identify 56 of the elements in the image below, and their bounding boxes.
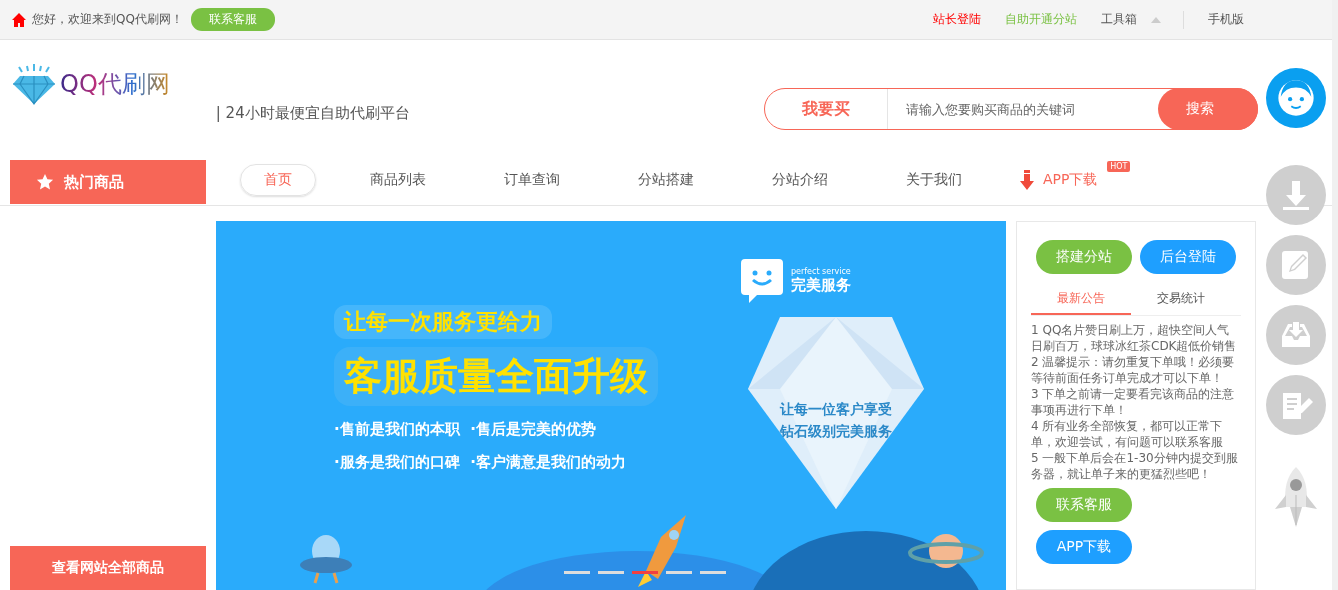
nav-tab[interactable]: 订单查询: [480, 164, 584, 196]
top-link[interactable]: 手机版: [1208, 11, 1244, 28]
notice-text: 3 下单之前请一定要看完该商品的注意事项再进行下单！: [1031, 386, 1236, 418]
panel-button[interactable]: 搭建分站: [1036, 240, 1132, 274]
smiley-chat-icon: [741, 259, 783, 303]
customer-service-button[interactable]: [1266, 68, 1326, 128]
download-arrow-icon[interactable]: [1020, 170, 1034, 190]
contact-service-button[interactable]: 联系客服: [1036, 488, 1132, 522]
hot-products-title: 热门商品: [64, 172, 124, 192]
contact-service-button[interactable]: 联系客服: [190, 8, 275, 31]
banner-headline: 客服质量全面升级: [334, 347, 658, 406]
search-field[interactable]: 请输入您要购买商品的关键词: [888, 100, 1158, 118]
welcome-text: 您好，欢迎来到QQ代刷网！: [32, 11, 183, 28]
inbox-float-button[interactable]: [1266, 305, 1326, 365]
panel-tab[interactable]: 交易统计: [1131, 284, 1231, 315]
carousel-indicator[interactable]: [700, 571, 726, 574]
document-float-button[interactable]: [1266, 375, 1326, 435]
banner-tagline: 让每一次服务更给力: [334, 305, 552, 339]
banner-bullet-text: ·售前是我们的本职 ·售后是完美的优势: [334, 420, 596, 439]
service-english-text: perfect service: [791, 267, 851, 276]
caret-up-icon[interactable]: [1151, 16, 1161, 23]
carousel-indicator[interactable]: [666, 571, 692, 574]
carousel-indicator[interactable]: [632, 571, 658, 574]
headset-person-icon[interactable]: [1276, 78, 1316, 118]
carousel-indicator[interactable]: [564, 571, 590, 574]
service-title: 完美服务: [791, 276, 851, 295]
notice-text: 5 一般下单后会在1-30分钟内提交到服务器，就让单子来的更猛烈些吧！: [1031, 450, 1239, 482]
top-link[interactable]: 工具箱: [1101, 11, 1137, 28]
carousel-indicator[interactable]: [598, 571, 624, 574]
nav-tab[interactable]: 关于我们: [882, 164, 986, 196]
diamond-logo-icon: [12, 62, 56, 106]
home-icon[interactable]: [12, 12, 26, 27]
nav-tab[interactable]: 分站搭建: [614, 164, 718, 196]
panel-button[interactable]: 后台登陆: [1140, 240, 1236, 274]
panel-tab[interactable]: 最新公告: [1031, 284, 1131, 315]
top-link[interactable]: 站长登陆: [933, 11, 981, 28]
nav-tab[interactable]: 分站介绍: [748, 164, 852, 196]
view-all-products-button[interactable]: 查看网站全部商品: [10, 546, 206, 590]
top-link[interactable]: 自助开通分站: [1005, 11, 1077, 28]
edit-float-button[interactable]: [1266, 235, 1326, 295]
search-button[interactable]: 搜索: [1158, 88, 1258, 130]
banner-bullet-text: ·服务是我们的口碑 ·客户满意是我们的动力: [334, 453, 626, 472]
download-float-button[interactable]: [1266, 165, 1326, 225]
search-label: 我要买: [765, 89, 888, 129]
slogan-text: | 24小时最便宜自助代刷平台: [215, 104, 410, 123]
promo-banner[interactable]: 让每一次服务更给力 客服质量全面升级 ·售前是我们的本职 ·售后是完美的优势 ·服务是我们的口碑 ·客户满意是我们的动力 perfect service 完美服务 让每一位客户享受 钻石级别完美服务: [216, 221, 1006, 590]
nav-tab[interactable]: 商品列表: [346, 164, 450, 196]
hot-badge: HOT: [1107, 161, 1131, 172]
notice-text: 4 所有业务全部恢复，都可以正常下单，欢迎尝试，有问题可以联系客服: [1031, 418, 1224, 450]
notice-text: 2 温馨提示：请勿重复下单哦！必须要等待前面任务订单完成才可以下单！: [1031, 354, 1236, 386]
nav-tab[interactable]: APP下载: [1036, 165, 1105, 195]
notice-text: 1 QQ名片赞日刷上万，超快空间人气日刷百万，球球冰红茶CDK超低价销售: [1031, 322, 1238, 354]
diamond-caption: 让每一位客户享受: [780, 401, 892, 419]
star-icon: [36, 173, 54, 191]
diamond-caption: 钻石级别完美服务: [780, 423, 892, 441]
app-download-button[interactable]: APP下载: [1036, 530, 1132, 564]
